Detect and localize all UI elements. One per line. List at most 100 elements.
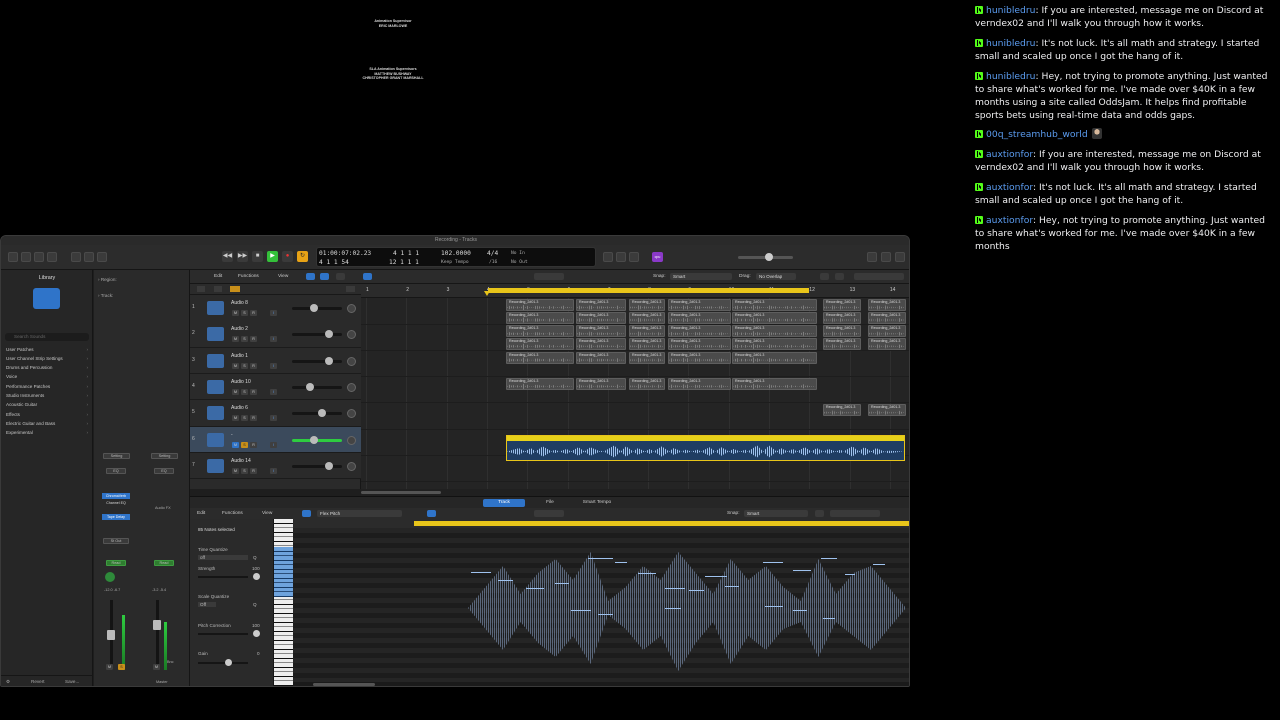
mute-button[interactable]: M	[232, 415, 239, 422]
track-header[interactable]: 2 Audio 2 MSR I	[190, 321, 361, 348]
audio-region[interactable]: Recording_2#01.3	[506, 377, 574, 390]
audio-region[interactable]: Recording_2#01.3	[629, 311, 665, 324]
catch-icon[interactable]	[306, 273, 315, 280]
rewind-icon[interactable]: ◀◀	[222, 251, 233, 262]
track-header[interactable]: 1 Audio 8 MSR I	[190, 295, 361, 322]
pitch-note-segment[interactable]	[615, 562, 627, 563]
track-name[interactable]: Audio 2	[231, 326, 248, 332]
audio-region[interactable]: Recording_2#01.3	[823, 311, 861, 324]
master-fader-cap[interactable]	[153, 620, 161, 630]
strength-slider[interactable]	[198, 576, 248, 578]
pitch-note-segment[interactable]	[823, 618, 835, 619]
metronome-icon[interactable]	[629, 252, 639, 262]
track-volume-knob[interactable]	[325, 461, 333, 470]
audio-region[interactable]: Recording_2#01.3	[823, 299, 861, 311]
input-monitor-icon[interactable]: I	[270, 441, 277, 448]
stop-icon[interactable]: ■	[252, 251, 263, 262]
track-pan-knob[interactable]	[347, 382, 356, 392]
editor-cycle-region[interactable]	[414, 521, 909, 526]
audio-region[interactable]: Recording_2#01.3	[576, 337, 626, 350]
automation-mode-button-right[interactable]: Read	[154, 560, 174, 566]
tab-track[interactable]: Track	[483, 499, 525, 507]
revert-button[interactable]: Revert	[31, 679, 45, 684]
collapse-icon[interactable]	[346, 286, 355, 292]
cycle-bar-icon[interactable]	[363, 273, 372, 280]
zoom-horizontal-icon[interactable]	[835, 273, 844, 280]
audio-region[interactable]: Recording_2#01.3	[629, 325, 665, 338]
mute-button[interactable]: M	[232, 441, 239, 448]
scale-quantize-select[interactable]: Off	[198, 602, 216, 607]
playhead-icon[interactable]	[484, 291, 490, 296]
audio-region[interactable]: Recording_2#01.3	[629, 299, 665, 311]
edit-menu[interactable]: Edit	[214, 273, 222, 280]
track-name[interactable]: -	[231, 432, 233, 438]
region-disclosure[interactable]: › Region:	[98, 277, 117, 282]
horizontal-scrollbar[interactable]	[361, 489, 909, 496]
eq-button[interactable]: EQ	[106, 468, 126, 474]
audio-region[interactable]: Recording_2#01.3	[732, 337, 817, 350]
track-pan-knob[interactable]	[347, 304, 356, 313]
solo-button[interactable]: S	[241, 388, 248, 395]
track-volume-knob[interactable]	[310, 435, 318, 444]
pitch-note-segment[interactable]	[793, 570, 811, 571]
audio-region[interactable]: Recording_2#01.3	[668, 311, 731, 324]
plugin-slot[interactable]: ChromaVerb	[102, 493, 130, 499]
gear-icon[interactable]: ⚙	[6, 679, 10, 685]
pitch-note-segment[interactable]	[571, 610, 591, 611]
audio-region[interactable]: Recording_2#01.3	[868, 325, 906, 338]
list-editors-icon[interactable]	[867, 252, 877, 262]
audio-region[interactable]: Recording_2#01.3	[629, 377, 665, 390]
view-menu[interactable]: View	[278, 273, 288, 280]
record-enable-button[interactable]: R	[250, 467, 257, 474]
strength-knob[interactable]	[253, 573, 260, 580]
pitch-note-segment[interactable]	[763, 562, 783, 563]
tuner-icon[interactable]	[603, 252, 613, 262]
pitch-correction-knob[interactable]	[253, 630, 260, 637]
input-monitor-icon[interactable]: I	[270, 388, 277, 395]
zoom-slider[interactable]	[854, 273, 904, 280]
setting-button-right[interactable]: Setting	[151, 453, 178, 459]
record-enable-button[interactable]: R	[250, 415, 257, 422]
audio-region[interactable]: Recording_2#01.3	[868, 299, 906, 311]
audio-region[interactable]: Recording_2#01.3	[506, 351, 574, 364]
track-volume-knob[interactable]	[306, 382, 314, 391]
record-enable-button[interactable]: R	[250, 388, 257, 395]
track-header[interactable]: 6 - MSR I	[190, 426, 361, 453]
record-enable-button[interactable]: R	[250, 441, 257, 448]
chat-username[interactable]: 00q_streamhub_world	[986, 129, 1088, 140]
library-item[interactable]: Performance Patches ›	[6, 384, 88, 389]
track-volume-slider[interactable]	[292, 385, 342, 389]
chat-username[interactable]: auxtionfor	[986, 149, 1033, 160]
drag-select[interactable]: No Overlap	[756, 273, 796, 280]
list-view-icon[interactable]	[320, 273, 329, 280]
pitch-note-segment[interactable]	[689, 590, 704, 591]
editor-functions-menu[interactable]: Functions	[222, 510, 243, 517]
audio-region[interactable]: Recording_2#01.3	[732, 351, 817, 364]
library-item[interactable]: User Channel Strip Settings ›	[6, 356, 88, 361]
snap-select[interactable]: Smart	[670, 273, 732, 280]
play-icon[interactable]: ▶	[267, 251, 278, 262]
note-pad-icon[interactable]	[881, 252, 891, 262]
pitch-correction-slider[interactable]	[198, 633, 248, 635]
track-name[interactable]: Audio 10	[231, 379, 251, 385]
mute-button[interactable]: M	[232, 310, 239, 316]
chat-username[interactable]: auxtionfor	[986, 182, 1033, 193]
library-item[interactable]: Voice ›	[6, 374, 88, 379]
input-monitor-icon[interactable]: I	[270, 362, 277, 369]
editor-zoom-slider[interactable]	[830, 510, 880, 517]
audio-region[interactable]: Recording_2#01.3	[823, 337, 861, 350]
track-pan-knob[interactable]	[347, 435, 356, 445]
track-pan-knob[interactable]	[347, 461, 356, 471]
editor-view-menu[interactable]: View	[262, 510, 272, 517]
audio-region[interactable]: Recording_2#01.3	[732, 299, 817, 311]
save-button[interactable]: Save...	[65, 679, 79, 684]
editor-pointer-tool[interactable]	[534, 510, 564, 517]
track-volume-slider[interactable]	[292, 412, 342, 416]
browser-icon[interactable]	[895, 252, 905, 262]
library-item[interactable]: Studio Instruments ›	[6, 393, 88, 398]
mute-button[interactable]: M	[106, 664, 113, 670]
pitch-note-segment[interactable]	[638, 573, 656, 574]
time-quantize-select[interactable]: off	[198, 555, 248, 560]
mute-button[interactable]: M	[232, 336, 239, 343]
track-volume-slider[interactable]	[292, 333, 342, 337]
